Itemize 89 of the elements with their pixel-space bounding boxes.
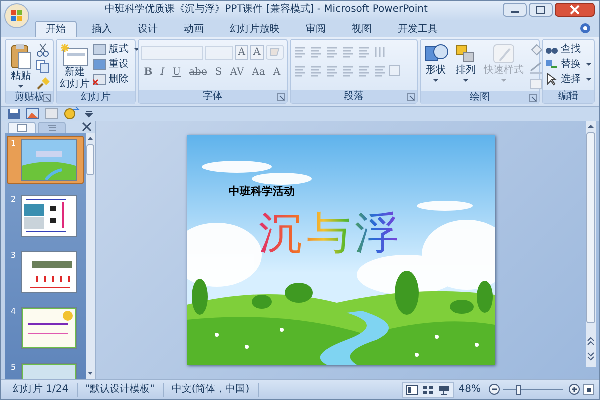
outline-tab[interactable] <box>38 122 66 132</box>
group-label: 幻灯片 <box>81 91 112 104</box>
new-slide-icon <box>61 43 90 67</box>
paragraph-format-icon <box>340 46 355 58</box>
slide-preview-drawing <box>21 195 77 237</box>
align-icon <box>356 65 371 77</box>
replace-icon <box>544 58 559 71</box>
slide-subtitle: 中班科学活动 <box>229 184 295 199</box>
smartart-icon <box>388 64 403 78</box>
scissors-icon[interactable] <box>36 43 50 57</box>
slide-command-icon <box>93 58 108 70</box>
align-icon <box>292 65 307 77</box>
maximize-icon[interactable] <box>529 3 553 17</box>
align-icon <box>308 65 323 77</box>
status-text: "默认设计模板" <box>78 382 164 396</box>
align-icon <box>372 65 387 77</box>
drawing-button[interactable]: 排列 <box>452 43 479 82</box>
pointer-icon <box>544 73 559 86</box>
text-direction-icon <box>372 45 387 59</box>
window-title: 中班科学优质课《沉与浮》PPT课件 [兼容模式] - Microsoft PowerPoint <box>104 2 429 17</box>
slide-command-icon <box>93 74 108 86</box>
group-label: 编辑 <box>558 90 578 103</box>
help-icon[interactable] <box>580 23 591 34</box>
customize-icon[interactable] <box>85 110 93 118</box>
slide-icon <box>17 124 27 132</box>
normal-view-icon[interactable] <box>406 384 418 394</box>
slide-number: 3 <box>11 251 18 260</box>
status-text: 幻灯片 1/24 <box>5 382 78 396</box>
align-icon <box>340 65 355 77</box>
align-icon <box>324 65 339 77</box>
slide-number: 5 <box>11 363 18 372</box>
zoom-in-icon[interactable] <box>569 384 580 395</box>
group-label: 段落 <box>344 90 364 103</box>
ribbon-tab[interactable]: 幻灯片放映 <box>219 21 291 37</box>
close-icon[interactable] <box>555 3 595 17</box>
zoom-level[interactable]: 48% <box>458 384 481 395</box>
ribbon-tab[interactable]: 审阅 <box>295 21 337 37</box>
slider-thumb[interactable] <box>516 384 521 394</box>
slide-preview-drawing <box>21 139 77 181</box>
outline-icon <box>47 124 57 132</box>
ribbon-tab[interactable]: 设计 <box>127 21 169 37</box>
group-label: 字体 <box>203 90 224 103</box>
editing-command[interactable]: 选择 <box>544 73 592 86</box>
scrollbar[interactable] <box>86 133 95 379</box>
paragraph-format-icon <box>324 46 339 58</box>
ribbon-tab[interactable]: 开发工具 <box>387 21 449 37</box>
paragraph-format-icon <box>356 46 371 58</box>
ribbon-tab[interactable]: 开始 <box>35 21 77 37</box>
dropdown-caret-icon[interactable] <box>586 78 592 81</box>
group-label: 剪贴板 <box>14 91 45 104</box>
slide-command[interactable]: 删除 <box>93 73 140 86</box>
image-icon[interactable] <box>26 108 40 120</box>
paste-button[interactable]: 粘贴 <box>8 43 34 88</box>
scrollbar[interactable] <box>586 121 596 367</box>
paragraph-format-icon <box>292 46 307 58</box>
minimize-icon[interactable] <box>503 3 527 17</box>
copy-icon[interactable] <box>36 60 50 74</box>
fit-window-icon[interactable] <box>583 384 595 396</box>
slide-preview-drawing <box>21 251 77 293</box>
dialog-launcher-icon[interactable] <box>43 94 52 102</box>
editing-command[interactable]: 替换 <box>544 58 592 71</box>
slide-command[interactable]: 重设 <box>93 58 140 71</box>
slideshow-view-icon[interactable] <box>438 384 450 394</box>
sorter-view-icon[interactable] <box>422 384 434 394</box>
slides-tab[interactable] <box>8 122 36 132</box>
new-slide-button[interactable]: 新建 幻灯片 <box>59 43 92 91</box>
editing-command[interactable]: 查找 <box>544 43 592 56</box>
drawing-button[interactable]: 形状 <box>422 43 449 82</box>
slide-number: 2 <box>11 195 18 204</box>
paragraph-format-icon <box>308 46 323 58</box>
brush-icon[interactable] <box>36 77 50 91</box>
slide-number: 1 <box>11 139 18 148</box>
slide-command-icon <box>93 44 108 56</box>
zoom-out-icon[interactable] <box>489 384 500 395</box>
save-icon[interactable] <box>7 108 21 120</box>
status-text: 中文(简体，中国) <box>164 382 259 396</box>
slide-preview-drawing <box>21 307 77 349</box>
ribbon-tab[interactable]: 插入 <box>81 21 123 37</box>
ribbon-tab[interactable]: 动画 <box>173 21 215 37</box>
clipboard-icon <box>9 43 33 71</box>
group-label: 绘图 <box>470 91 490 104</box>
macro-icon[interactable] <box>64 107 80 121</box>
slide-thumbnail[interactable]: 5 <box>7 360 84 379</box>
ribbon-tab[interactable]: 视图 <box>341 21 383 37</box>
slide-number: 4 <box>11 307 18 316</box>
quick-styles-icon <box>492 43 516 65</box>
dropdown-caret-icon[interactable] <box>586 63 592 66</box>
dialog-launcher-icon[interactable] <box>528 94 537 102</box>
close-icon[interactable] <box>82 122 92 132</box>
